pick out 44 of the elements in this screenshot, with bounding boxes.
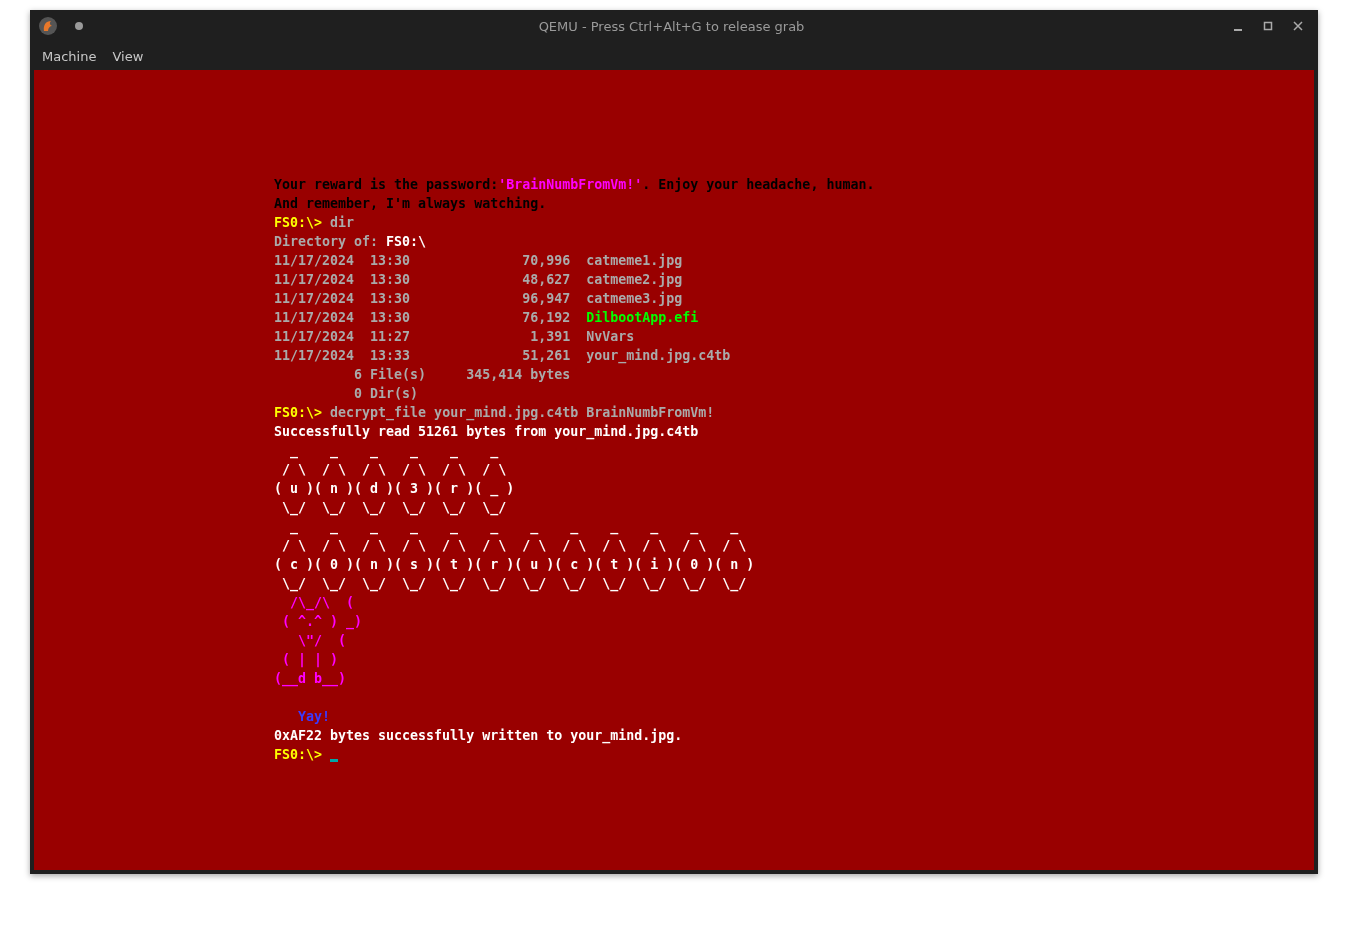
terminal-text: 11/17/2024 11:27 1,391 NvVars bbox=[274, 329, 635, 344]
app-logo-icon bbox=[38, 16, 58, 36]
terminal-text: _ _ _ _ _ _ _ _ _ _ _ _ bbox=[289, 519, 739, 534]
window-title: QEMU - Press Ctrl+Alt+G to release grab bbox=[537, 18, 806, 34]
terminal-text: Yay! bbox=[297, 709, 331, 724]
terminal-text: . Enjoy your headache, human. bbox=[642, 177, 875, 192]
terminal-text: ( | | ) bbox=[281, 652, 339, 667]
terminal-text: decrypt_file your_mind.jpg.c4tb BrainNumbFromVm! bbox=[329, 405, 715, 420]
terminal-text: _ _ _ _ _ _ bbox=[289, 443, 499, 458]
terminal-text: 'BrainNumbFromVm!' bbox=[498, 177, 643, 192]
terminal-text: / \ / \ / \ / \ / \ / \ / \ / \ / \ / \ / \ / \ bbox=[281, 538, 747, 553]
terminal-text: dir bbox=[329, 215, 355, 230]
terminal-text: \"/ ( bbox=[297, 633, 347, 648]
terminal-text: DilbootApp.efi bbox=[586, 310, 699, 325]
terminal-text: ( ^.^ ) _) bbox=[281, 614, 363, 629]
terminal-text: 11/17/2024 13:30 76,192 bbox=[274, 310, 572, 325]
terminal-text: Successfully read 51261 bytes from your_mind.jpg.c4tb bbox=[274, 424, 699, 439]
terminal-text: 0 Dir(s) bbox=[353, 386, 419, 401]
close-icon bbox=[1293, 21, 1303, 31]
terminal-text: FS0:\> bbox=[274, 215, 323, 230]
terminal-text: ( u )( n )( d )( 3 )( r )( _ ) bbox=[274, 481, 515, 496]
menu-item[interactable]: Machine bbox=[34, 46, 105, 66]
menu-item[interactable]: View bbox=[104, 46, 152, 66]
terminal-text: Directory of: bbox=[274, 234, 380, 249]
terminal-text: FS0:\ bbox=[386, 234, 427, 249]
terminal-text: FS0:\> bbox=[274, 747, 323, 762]
terminal-text: \_/ \_/ \_/ \_/ \_/ \_/ bbox=[281, 500, 507, 515]
terminal-text: FS0:\> bbox=[274, 405, 323, 420]
terminal-text: 0xAF22 bytes successfully written to your_mind.jpg. bbox=[274, 728, 683, 743]
terminal-text: / \ / \ / \ / \ / \ / \ bbox=[281, 462, 507, 477]
terminal-text: 11/17/2024 13:33 51,261 your_mind.jpg.c4tb bbox=[274, 348, 731, 363]
minimize-icon bbox=[1234, 29, 1242, 31]
terminal-text: /\_/\ ( bbox=[289, 595, 355, 610]
terminal-text: Your reward is the password: bbox=[274, 177, 499, 192]
terminal-text: (__d b__) bbox=[274, 671, 347, 686]
terminal-text: ( c )( 0 )( n )( s )( t )( r )( u )( c )( t )( i )( 0 )( n ) bbox=[274, 557, 755, 572]
terminal-text: And remember, I'm always watching. bbox=[274, 196, 547, 211]
terminal-text: \_/ \_/ \_/ \_/ \_/ \_/ \_/ \_/ \_/ \_/ \_/ \_/ bbox=[281, 576, 747, 591]
terminal-text: 11/17/2024 13:30 48,627 catmeme2.jpg bbox=[274, 272, 683, 287]
maximize-icon bbox=[1263, 21, 1273, 31]
dot-icon[interactable] bbox=[75, 22, 83, 30]
terminal-text: 11/17/2024 13:30 70,996 catmeme1.jpg bbox=[274, 253, 683, 268]
terminal-text: 11/17/2024 13:30 96,947 catmeme3.jpg bbox=[274, 291, 683, 306]
terminal-text: 6 File(s) 345,414 bytes bbox=[353, 367, 571, 382]
